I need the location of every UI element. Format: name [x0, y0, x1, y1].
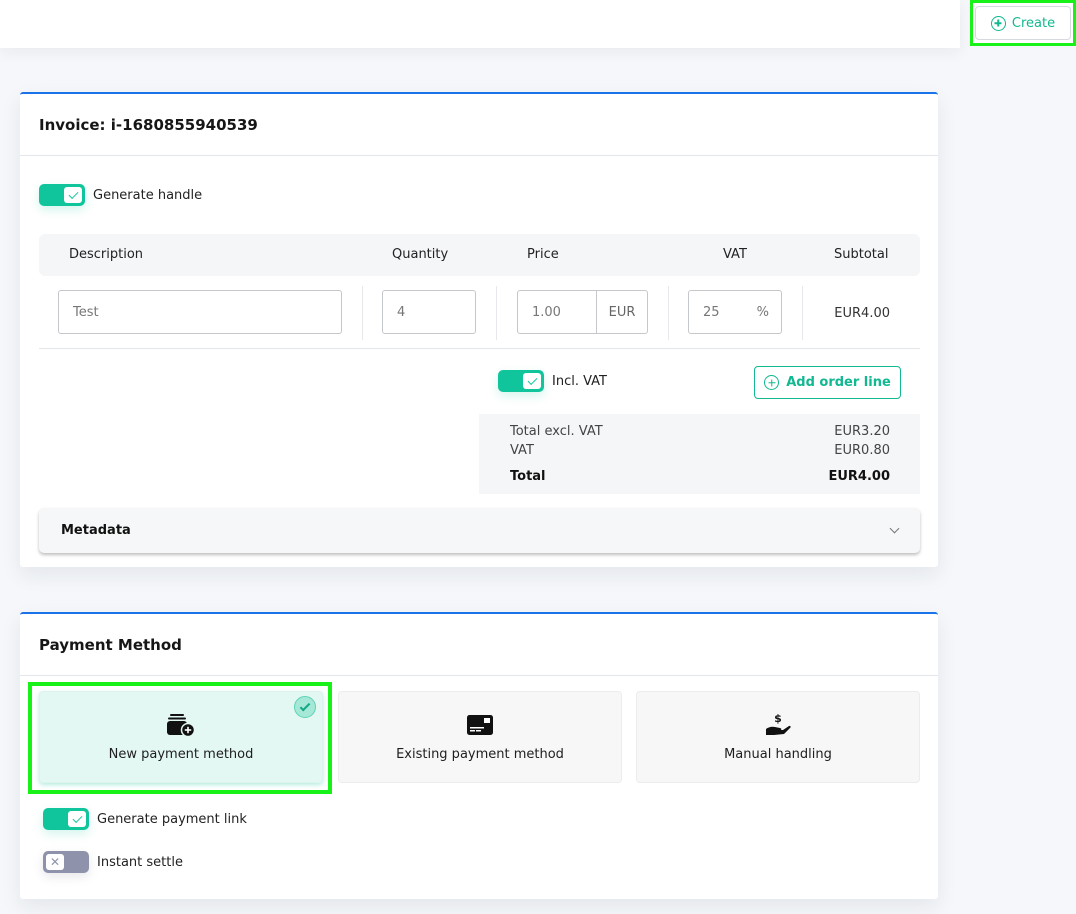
check-icon — [527, 374, 537, 385]
column-divider — [362, 286, 363, 340]
create-button-highlight: Create — [970, 0, 1076, 46]
incl-vat-label: Incl. VAT — [552, 373, 607, 389]
column-vat: VAT — [723, 247, 747, 262]
payment-option-new-label: New payment method — [108, 746, 254, 762]
check-icon — [68, 188, 78, 199]
payment-method-title: Payment Method — [20, 614, 938, 676]
create-button[interactable]: Create — [975, 6, 1071, 40]
vat-percent-suffix: % — [756, 304, 769, 320]
column-description: Description — [69, 247, 144, 262]
payment-option-manual[interactable]: $ Manual handling — [636, 691, 920, 783]
selected-check-icon — [294, 696, 316, 718]
instant-settle-toggle[interactable]: ✕ — [43, 851, 89, 873]
order-lines-header: Description Quantity Price VAT Subtotal — [39, 234, 920, 276]
total-excl-vat-row: Total excl. VAT EUR3.20 — [510, 424, 890, 439]
invoice-card: Invoice: i-1680855940539 Generate handle… — [20, 92, 938, 567]
vat-total-row: VAT EUR0.80 — [510, 443, 890, 458]
total-excl-vat-value: EUR3.20 — [834, 424, 890, 439]
metadata-accordion[interactable]: Metadata — [39, 508, 920, 553]
grand-total-label: Total — [510, 469, 546, 484]
generate-payment-link-row: Generate payment link — [43, 808, 247, 830]
column-subtotal: Subtotal — [834, 247, 889, 262]
grand-total-row: Total EUR4.00 — [510, 469, 890, 484]
wallet-add-icon — [166, 713, 196, 737]
create-button-label: Create — [1011, 15, 1056, 31]
plus-circle-icon — [764, 375, 780, 390]
invoice-title: Invoice: i-1680855940539 — [20, 94, 938, 156]
payment-method-card: Payment Method New payment method Existi… — [20, 612, 938, 899]
column-quantity: Quantity — [392, 247, 449, 262]
totals-panel: Total excl. VAT EUR3.20 VAT EUR0.80 Tota… — [479, 414, 920, 494]
order-line-row: Test 4 1.00 EUR 25 % EUR4.00 — [39, 276, 920, 349]
incl-vat-toggle[interactable] — [498, 370, 544, 392]
payment-option-existing[interactable]: Existing payment method — [338, 691, 622, 783]
incl-vat-row: Incl. VAT — [498, 370, 607, 392]
generate-handle-toggle[interactable] — [39, 184, 85, 206]
vat-input[interactable]: 25 % — [688, 290, 782, 334]
price-input[interactable]: 1.00 EUR — [517, 290, 648, 334]
column-price: Price — [527, 247, 559, 262]
subtotal-value: EUR4.00 — [834, 306, 890, 321]
description-value: Test — [73, 304, 99, 320]
plus-circle-icon — [990, 15, 1006, 31]
quantity-value: 4 — [397, 304, 406, 320]
total-excl-vat-label: Total excl. VAT — [510, 424, 603, 439]
price-currency: EUR — [608, 304, 636, 320]
vat-total-label: VAT — [510, 443, 534, 458]
instant-settle-row: ✕ Instant settle — [43, 851, 183, 873]
chevron-down-icon — [889, 523, 900, 534]
metadata-label: Metadata — [61, 523, 131, 538]
generate-handle-row: Generate handle — [39, 184, 202, 206]
quantity-input[interactable]: 4 — [382, 290, 476, 334]
vat-value: 25 — [703, 304, 720, 320]
generate-payment-link-label: Generate payment link — [97, 811, 247, 827]
credit-card-icon — [465, 713, 495, 737]
description-input[interactable]: Test — [58, 290, 342, 334]
column-divider — [802, 286, 803, 340]
top-bar — [0, 0, 960, 48]
add-order-line-button[interactable]: Add order line — [754, 366, 901, 399]
column-divider — [668, 286, 669, 340]
generate-handle-label: Generate handle — [93, 187, 203, 203]
svg-text:$: $ — [774, 713, 782, 725]
generate-payment-link-toggle[interactable] — [43, 808, 89, 830]
price-value: 1.00 — [518, 291, 597, 333]
instant-settle-label: Instant settle — [97, 854, 183, 870]
add-order-line-label: Add order line — [786, 375, 891, 390]
payment-option-manual-label: Manual handling — [724, 746, 832, 762]
vat-total-value: EUR0.80 — [834, 443, 890, 458]
grand-total-value: EUR4.00 — [828, 469, 890, 484]
column-divider — [496, 286, 497, 340]
check-icon — [72, 812, 82, 823]
x-icon: ✕ — [49, 855, 61, 869]
payment-option-existing-label: Existing payment method — [396, 746, 564, 762]
payment-option-new[interactable]: New payment method — [39, 691, 323, 783]
hand-dollar-icon: $ — [763, 712, 793, 737]
